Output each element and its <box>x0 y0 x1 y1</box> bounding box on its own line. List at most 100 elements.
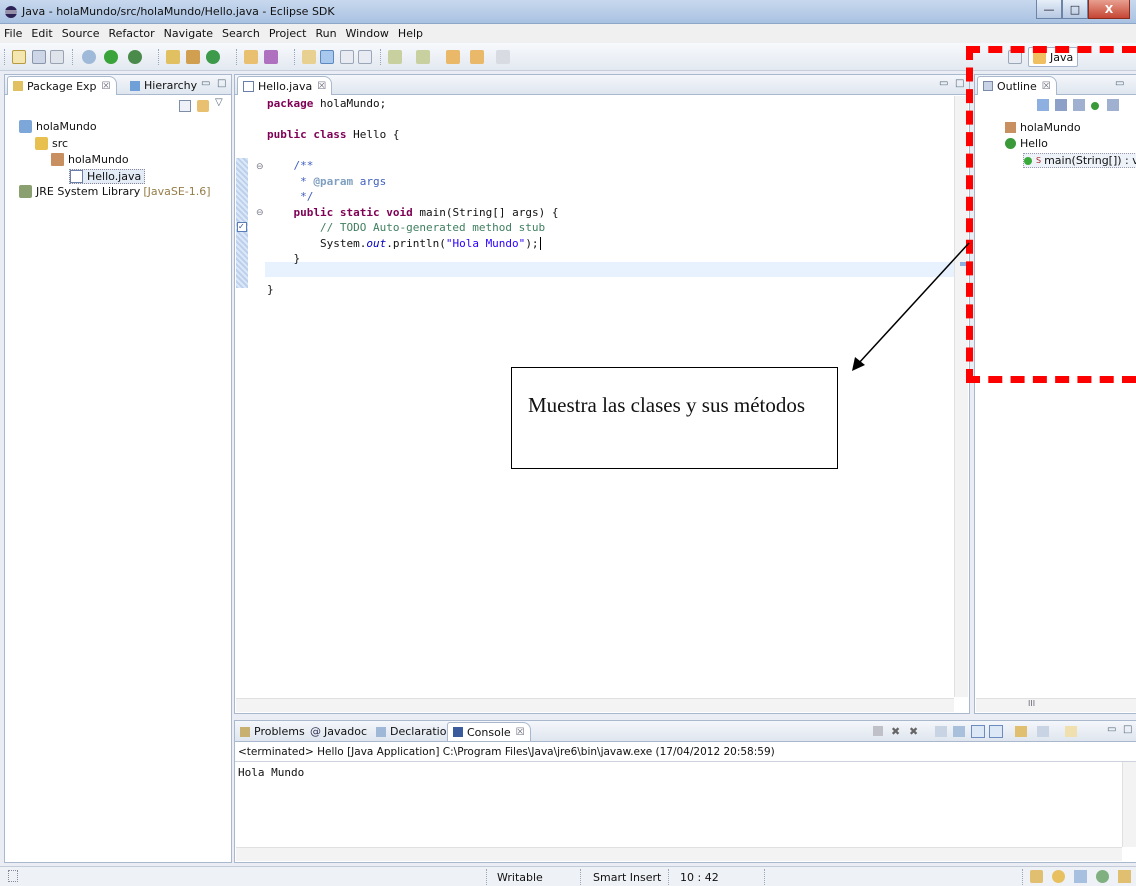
previous-annotation-icon[interactable] <box>416 50 430 64</box>
block-selection-icon[interactable] <box>340 50 354 64</box>
tree-item-jre-library[interactable]: JRE System Library [JavaSE-1.6] <box>19 185 211 198</box>
menu-search[interactable]: Search <box>222 27 260 40</box>
minimize-view-icon[interactable]: ▭ <box>939 78 949 89</box>
maximize-view-icon[interactable]: □ <box>955 78 965 89</box>
toggle-mark-icon[interactable] <box>302 50 316 64</box>
menu-edit[interactable]: Edit <box>31 27 52 40</box>
new-java-project-icon[interactable] <box>166 50 180 64</box>
tree-label: holaMundo <box>36 120 97 133</box>
next-annotation-icon[interactable] <box>388 50 402 64</box>
close-tab-icon[interactable]: ☒ <box>317 81 326 92</box>
minimize-view-icon[interactable]: ▭ <box>1115 78 1125 89</box>
console-vertical-scrollbar[interactable] <box>1122 762 1136 847</box>
hide-static-icon[interactable] <box>1073 99 1085 111</box>
open-perspective-icon[interactable] <box>1008 50 1022 64</box>
tab-package-explorer[interactable]: Package Exp ☒ <box>7 76 117 95</box>
outline-item-class-hello[interactable]: Hello <box>1005 137 1048 150</box>
toggle-highlight-icon[interactable] <box>320 50 334 64</box>
outline-item-package[interactable]: holaMundo <box>1005 121 1081 134</box>
scroll-lock-icon[interactable] <box>935 726 947 737</box>
menu-navigate[interactable]: Navigate <box>164 27 213 40</box>
external-tools-icon[interactable] <box>128 50 142 64</box>
tree-item-src[interactable]: src <box>35 137 68 150</box>
link-with-editor-icon[interactable] <box>197 100 209 112</box>
hide-nonpublic-icon[interactable] <box>1091 102 1099 110</box>
editor-vertical-scrollbar[interactable] <box>954 96 968 697</box>
maximize-view-icon[interactable]: □ <box>217 78 227 89</box>
code-line: * @param args <box>267 174 387 188</box>
scrollbar-thumb[interactable]: III <box>1028 699 1035 708</box>
display-selected-console-icon[interactable] <box>1037 726 1049 737</box>
tray-icon[interactable] <box>1030 870 1043 883</box>
menu-source[interactable]: Source <box>62 27 100 40</box>
show-on-out-icon[interactable] <box>971 725 985 738</box>
tab-hierarchy[interactable]: Hierarchy <box>125 76 202 95</box>
hide-local-types-icon[interactable] <box>1107 99 1119 111</box>
fast-view-icon[interactable] <box>8 870 18 882</box>
tray-icon[interactable] <box>1052 870 1065 883</box>
maximize-button[interactable]: □ <box>1062 0 1088 19</box>
tab-problems[interactable]: Problems <box>235 722 310 741</box>
pin-console-icon[interactable] <box>953 726 965 737</box>
forward-icon[interactable] <box>496 50 510 64</box>
tab-javadoc[interactable]: @ Javadoc <box>305 722 372 741</box>
new-class-icon[interactable] <box>206 50 220 64</box>
open-console-icon[interactable] <box>1015 726 1027 737</box>
open-type-icon[interactable] <box>244 50 258 64</box>
new-package-icon[interactable] <box>186 50 200 64</box>
show-on-err-icon[interactable] <box>989 725 1003 738</box>
tab-label: Console <box>467 725 511 739</box>
menu-refactor[interactable]: Refactor <box>109 27 155 40</box>
last-edit-icon[interactable] <box>446 50 460 64</box>
maximize-view-icon[interactable]: □ <box>1123 724 1133 735</box>
tab-outline[interactable]: Outline ☒ <box>977 76 1057 95</box>
terminate-icon[interactable] <box>873 726 883 736</box>
minimize-view-icon[interactable]: ▭ <box>201 78 211 89</box>
debug-icon[interactable] <box>82 50 96 64</box>
tab-console[interactable]: Console ☒ <box>447 722 531 741</box>
new-console-icon[interactable] <box>1065 726 1077 737</box>
show-whitespace-icon[interactable] <box>358 50 372 64</box>
close-tab-icon[interactable]: ☒ <box>102 81 111 92</box>
collapse-all-icon[interactable] <box>179 100 191 112</box>
back-icon[interactable] <box>470 50 484 64</box>
print-icon[interactable] <box>50 50 64 64</box>
close-tab-icon[interactable]: ☒ <box>1042 81 1051 92</box>
close-window-button[interactable]: X <box>1088 0 1130 19</box>
tab-hello-java[interactable]: Hello.java ☒ <box>237 76 333 95</box>
tray-icon[interactable] <box>1074 870 1087 883</box>
editor-horizontal-scrollbar[interactable] <box>236 698 954 712</box>
tray-icon[interactable] <box>1118 870 1131 883</box>
menu-help[interactable]: Help <box>398 27 423 40</box>
fold-toggle-icon[interactable]: ⊖ <box>256 208 264 218</box>
minimize-view-icon[interactable]: ▭ <box>1107 724 1117 735</box>
minimize-button[interactable]: — <box>1036 0 1062 19</box>
outline-item-method-main[interactable]: S main(String[]) : vo <box>1023 153 1136 168</box>
hide-fields-icon[interactable] <box>1055 99 1067 111</box>
java-perspective-button[interactable]: Java <box>1028 47 1079 67</box>
menu-run[interactable]: Run <box>315 27 336 40</box>
sort-icon[interactable] <box>1037 99 1049 111</box>
run-icon[interactable] <box>104 50 118 64</box>
code-area[interactable]: package holaMundo; public class Hello { … <box>267 96 558 298</box>
java-project-icon <box>19 120 32 133</box>
remove-all-icon[interactable]: ✖ <box>909 725 918 738</box>
menu-file[interactable]: File <box>4 27 22 40</box>
tray-icon[interactable] <box>1096 870 1109 883</box>
fold-toggle-icon[interactable]: ⊖ <box>256 162 264 172</box>
console-output[interactable]: Hola Mundo <box>238 766 304 779</box>
tab-declaration[interactable]: Declaration <box>371 722 458 741</box>
tree-item-project[interactable]: holaMundo <box>19 120 97 133</box>
tree-item-hello-java[interactable]: Hello.java <box>69 169 146 184</box>
outline-horizontal-scrollbar[interactable]: III <box>976 698 1136 712</box>
tree-item-package[interactable]: holaMundo <box>51 153 129 166</box>
new-icon[interactable] <box>12 50 26 64</box>
save-icon[interactable] <box>32 50 46 64</box>
search-icon[interactable] <box>264 50 278 64</box>
remove-launch-icon[interactable]: ✖ <box>891 725 900 738</box>
menu-window[interactable]: Window <box>346 27 389 40</box>
view-menu-icon[interactable]: ▽ <box>215 97 223 108</box>
close-tab-icon[interactable]: ☒ <box>516 727 525 738</box>
menu-project[interactable]: Project <box>269 27 307 40</box>
console-horizontal-scrollbar[interactable] <box>236 847 1122 861</box>
